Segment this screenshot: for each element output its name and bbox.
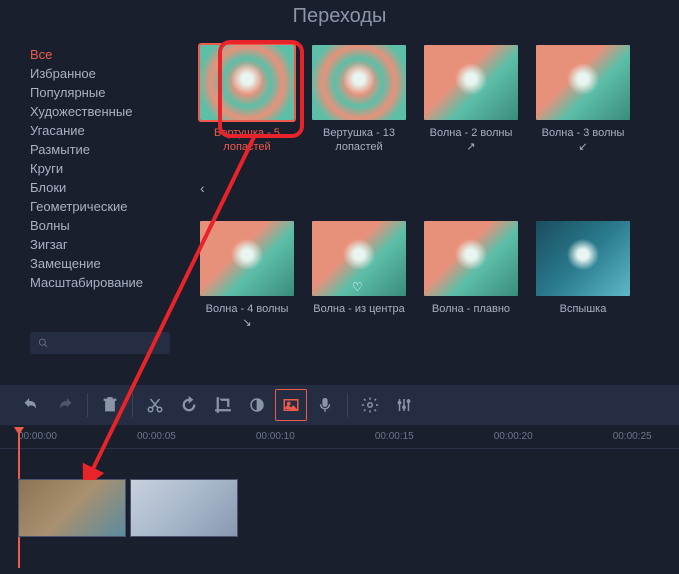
category-item[interactable]: Зигзаг	[30, 235, 190, 254]
transition-label: Вертушка - 5 лопастей	[200, 126, 294, 155]
panel-title: Переходы	[293, 5, 387, 28]
category-item[interactable]: Волны	[30, 216, 190, 235]
transition-thumb[interactable]: Вспышка	[536, 221, 630, 381]
category-sidebar: ВсеИзбранноеПопулярныеХудожественныеУгас…	[30, 15, 190, 380]
transition-thumb[interactable]: ♡ Волна - из центра	[312, 221, 406, 381]
category-item[interactable]: Художественные	[30, 102, 190, 121]
cut-button[interactable]	[139, 389, 171, 421]
category-item[interactable]: Масштабирование	[30, 273, 190, 292]
transition-thumb[interactable]: Волна - 4 волны ↘	[200, 221, 294, 381]
category-item[interactable]: Избранное	[30, 64, 190, 83]
category-item[interactable]: Геометрические	[30, 197, 190, 216]
rotate-button[interactable]	[173, 389, 205, 421]
delete-button[interactable]	[94, 389, 126, 421]
category-item[interactable]: Популярные	[30, 83, 190, 102]
divider	[132, 393, 133, 417]
timeline-clip[interactable]	[18, 479, 126, 537]
ruler-tick: 00:00:20	[494, 431, 533, 442]
transition-preview	[536, 221, 630, 296]
favorite-icon[interactable]: ♡	[352, 280, 363, 294]
transition-preview	[424, 221, 518, 296]
ruler-tick: 00:00:15	[375, 431, 414, 442]
divider	[87, 393, 88, 417]
color-button[interactable]	[241, 389, 273, 421]
collapse-sidebar-button[interactable]: ‹	[200, 180, 205, 196]
transition-thumb[interactable]: Вертушка - 5 лопастей	[200, 45, 294, 205]
category-item[interactable]: Угасание	[30, 121, 190, 140]
timeline-clip[interactable]	[130, 479, 238, 537]
category-item[interactable]: Блоки	[30, 178, 190, 197]
crop-button[interactable]	[207, 389, 239, 421]
category-item[interactable]: Все	[30, 45, 190, 64]
search-input-container[interactable]	[30, 332, 170, 354]
search-input[interactable]	[54, 336, 162, 350]
transition-label: Вертушка - 13 лопастей	[312, 126, 406, 155]
transition-preview	[424, 45, 518, 120]
timeline-ruler[interactable]: 00:00:0000:00:0500:00:1000:00:1500:00:20…	[0, 425, 679, 449]
transition-thumb[interactable]: Волна - 3 волны ↙	[536, 45, 630, 205]
transition-label: Вспышка	[560, 302, 607, 316]
transition-preview	[312, 45, 406, 120]
divider	[347, 393, 348, 417]
timeline-track[interactable]	[0, 449, 679, 569]
mic-button[interactable]	[309, 389, 341, 421]
category-item[interactable]: Замещение	[30, 254, 190, 273]
search-icon	[38, 337, 48, 349]
ruler-tick: 00:00:25	[613, 431, 652, 442]
transition-thumb[interactable]: Волна - 2 волны ↗	[424, 45, 518, 205]
transition-thumb[interactable]: Вертушка - 13 лопастей	[312, 45, 406, 205]
category-item[interactable]: Размытие	[30, 140, 190, 159]
transitions-button[interactable]	[275, 389, 307, 421]
redo-button[interactable]	[49, 389, 81, 421]
undo-button[interactable]	[15, 389, 47, 421]
transition-label: Волна - плавно	[432, 302, 510, 316]
ruler-tick: 00:00:05	[137, 431, 176, 442]
transition-label: Волна - 2 волны ↗	[424, 126, 518, 155]
transition-thumb[interactable]: Волна - плавно	[424, 221, 518, 381]
toolbar	[0, 385, 679, 425]
transition-preview	[536, 45, 630, 120]
equalizer-button[interactable]	[388, 389, 420, 421]
category-item[interactable]: Круги	[30, 159, 190, 178]
transition-label: Волна - из центра	[313, 302, 405, 316]
transition-label: Волна - 4 волны ↘	[200, 302, 294, 331]
transition-preview	[200, 45, 294, 120]
transitions-grid: Вертушка - 5 лопастей Вертушка - 13 лопас…	[200, 15, 630, 380]
settings-button[interactable]	[354, 389, 386, 421]
transition-preview	[200, 221, 294, 296]
ruler-tick: 00:00:10	[256, 431, 295, 442]
transition-label: Волна - 3 волны ↙	[536, 126, 630, 155]
transition-preview: ♡	[312, 221, 406, 296]
